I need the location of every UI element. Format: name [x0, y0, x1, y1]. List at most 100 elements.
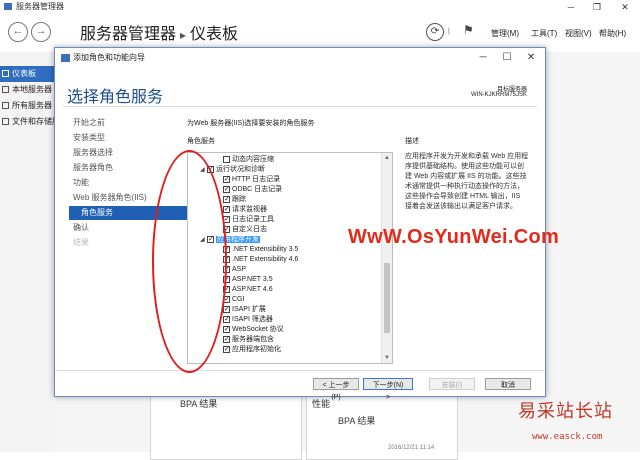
checkbox[interactable]: ✓ [223, 185, 230, 193]
tree-item-label: 应用程序初始化 [232, 346, 281, 353]
tile-bpa-result-right[interactable]: BPA 结果 [338, 414, 375, 427]
menu-help[interactable]: 帮助(H) [599, 28, 626, 39]
watermark-easck-cn: 易采站长站 [518, 401, 613, 422]
tree-item[interactable]: ✓ WebSocket 协议 [216, 325, 284, 334]
tree-item-label: ASP.NET 3.5 [232, 276, 273, 283]
menu-view[interactable]: 视图(V) [565, 28, 592, 39]
server-manager-titlebar: 服务器管理器 ─ ❐ ✕ [0, 0, 640, 15]
wizard-heading: 选择角色服务 [67, 89, 164, 106]
sidebar-item-label: 所有服务器 [12, 101, 52, 110]
previous-button[interactable]: < 上一步(P) [313, 378, 359, 401]
description-title: 描述 [405, 138, 419, 145]
wizard-window-title: 添加角色和功能向导 [73, 53, 145, 62]
tree-item-label: CGI [232, 296, 245, 303]
scroll-down-icon[interactable]: ▼ [382, 353, 392, 363]
wizard-app-icon [61, 54, 70, 62]
watermark-osyunwei: WwW.OsYunWei.Com [348, 226, 560, 248]
sidebar-item-all-servers[interactable]: 所有服务器 [0, 98, 54, 114]
watermark-easck-url: www.easck.com [532, 432, 603, 442]
menu-manage[interactable]: 管理(M) [491, 28, 519, 39]
checkbox[interactable]: ✓ [223, 315, 230, 323]
checkbox[interactable]: ✓ [223, 195, 230, 203]
refresh-icon[interactable]: ⟳ [426, 23, 444, 41]
red-annotation-ellipse [152, 150, 227, 373]
checkbox[interactable]: ✓ [223, 345, 230, 353]
tree-item-label: 运行状况和诊断 [216, 166, 265, 173]
tree-item-label: .NET Extensibility 3.5 [232, 246, 299, 253]
tree-item-label: ASP [232, 266, 247, 273]
tree-item[interactable]: ✓ ODBC 日志记录 [216, 185, 282, 194]
tree-item-label: 日志记录工具 [232, 216, 274, 223]
checkbox[interactable]: ✓ [223, 205, 230, 213]
tree-item[interactable]: ✓ 请求监视器 [216, 205, 267, 214]
sidebar-item-label: 文件和存储服务 [12, 117, 54, 126]
tile-timestamp: 2016/12/21 11:14 [388, 445, 435, 451]
checkbox[interactable] [223, 155, 230, 163]
breadcrumb: 服务器管理器 ▸ 仪表板 [80, 20, 238, 44]
sidebar-item-dashboard[interactable]: 仪表板 [0, 66, 54, 82]
sidebar-item-file-storage[interactable]: 文件和存储服务 [0, 114, 54, 130]
tree-item-label: 自定义日志 [232, 226, 267, 233]
tree-item-label: .NET Extensibility 4.6 [232, 256, 299, 263]
tree-item-label: 请求监视器 [232, 206, 267, 213]
refresh-pipe-icon: | [448, 28, 450, 35]
checkbox[interactable]: ✓ [223, 335, 230, 343]
tree-item-label: 动态内容压缩 [232, 156, 274, 163]
server-manager-sidebar: 仪表板 本地服务器 所有服务器 文件和存储服务 [0, 52, 55, 452]
tree-item-label: ISAPI 扩展 [232, 306, 266, 313]
breadcrumb-separator: ▸ [180, 28, 187, 42]
tree-scrollbar[interactable]: ▲ ▼ [381, 153, 392, 363]
server-manager-app-icon [4, 3, 12, 10]
wizard-titlebar: 添加角色和功能向导 ─ ☐ ✕ [55, 48, 545, 68]
wizard-step[interactable]: 服务器选择 [69, 146, 189, 160]
breadcrumb-page: 仪表板 [190, 26, 239, 43]
role-services-intro: 为Web 服务器(IIS)选择要安装的角色服务 [187, 120, 315, 127]
server-manager-window-title: 服务器管理器 [16, 2, 64, 11]
scroll-up-icon[interactable]: ▲ [382, 153, 392, 163]
tree-item-label: WebSocket 协议 [232, 326, 284, 333]
dashboard-icon [2, 70, 9, 78]
description-text: 应用程序开发为开发和承载 Web 应用程序提供基础结构。使用这些功能可以创建 W… [405, 153, 529, 210]
wizard-step[interactable]: 开始之前 [69, 116, 189, 130]
tree-item[interactable]: ✓ .NET Extensibility 3.5 [216, 245, 298, 254]
minimize-icon[interactable]: ─ [558, 0, 584, 14]
breadcrumb-app: 服务器管理器 [80, 26, 177, 43]
tree-item[interactable]: ✓ 应用程序初始化 [216, 345, 281, 354]
footer-divider [55, 370, 545, 371]
wizard-close-icon[interactable]: ✕ [519, 48, 543, 68]
install-button[interactable]: 安装(I) [429, 378, 475, 390]
tree-item-label: ISAPI 筛选器 [232, 316, 273, 323]
wizard-step[interactable]: 安装类型 [69, 131, 189, 145]
tree-item[interactable]: ✓ .NET Extensibility 4.6 [216, 255, 298, 264]
sidebar-item-local-server[interactable]: 本地服务器 [0, 82, 54, 98]
checkbox[interactable]: ✓ [223, 325, 230, 333]
next-button[interactable]: 下一步(N) > [363, 378, 413, 401]
tree-item[interactable]: ✓ ISAPI 筛选器 [216, 315, 273, 324]
role-services-label: 角色服务 [187, 138, 215, 145]
checkbox[interactable]: ✓ [223, 305, 230, 313]
tile-bpa-result[interactable]: BPA 结果 [180, 397, 217, 410]
storage-icon [2, 118, 9, 126]
sidebar-item-label: 本地服务器 [12, 85, 52, 94]
server-icon [2, 86, 9, 94]
checkbox[interactable]: ✓ [223, 175, 230, 183]
dashboard-tile-left[interactable] [150, 388, 302, 460]
add-roles-wizard-dialog: 添加角色和功能向导 ─ ☐ ✕ 选择角色服务 目标服务器 WIN-KJKRRM7… [54, 47, 546, 401]
tree-item-label: 跟踪 [232, 196, 246, 203]
tree-item-label: 服务器端包含 [232, 336, 274, 343]
tree-item[interactable]: 动态内容压缩 [216, 155, 274, 164]
notifications-flag-icon[interactable]: ⚑ [463, 23, 474, 37]
forward-arrow-icon[interactable]: → [31, 22, 51, 42]
menu-tools[interactable]: 工具(T) [531, 28, 557, 39]
tree-item[interactable]: ✓ HTTP 日志记录 [216, 175, 280, 184]
scroll-thumb[interactable] [384, 263, 390, 333]
restore-icon[interactable]: ❐ [584, 0, 610, 14]
cancel-button[interactable]: 取消 [485, 378, 531, 390]
back-arrow-icon[interactable]: ← [8, 22, 28, 42]
tree-item[interactable]: ✓ 服务器端包含 [216, 335, 274, 344]
close-icon[interactable]: ✕ [612, 0, 638, 14]
tile-performance[interactable]: 性能 [312, 397, 330, 410]
wizard-maximize-icon[interactable]: ☐ [495, 48, 519, 68]
wizard-minimize-icon[interactable]: ─ [471, 48, 495, 68]
sidebar-item-label: 仪表板 [12, 69, 36, 78]
